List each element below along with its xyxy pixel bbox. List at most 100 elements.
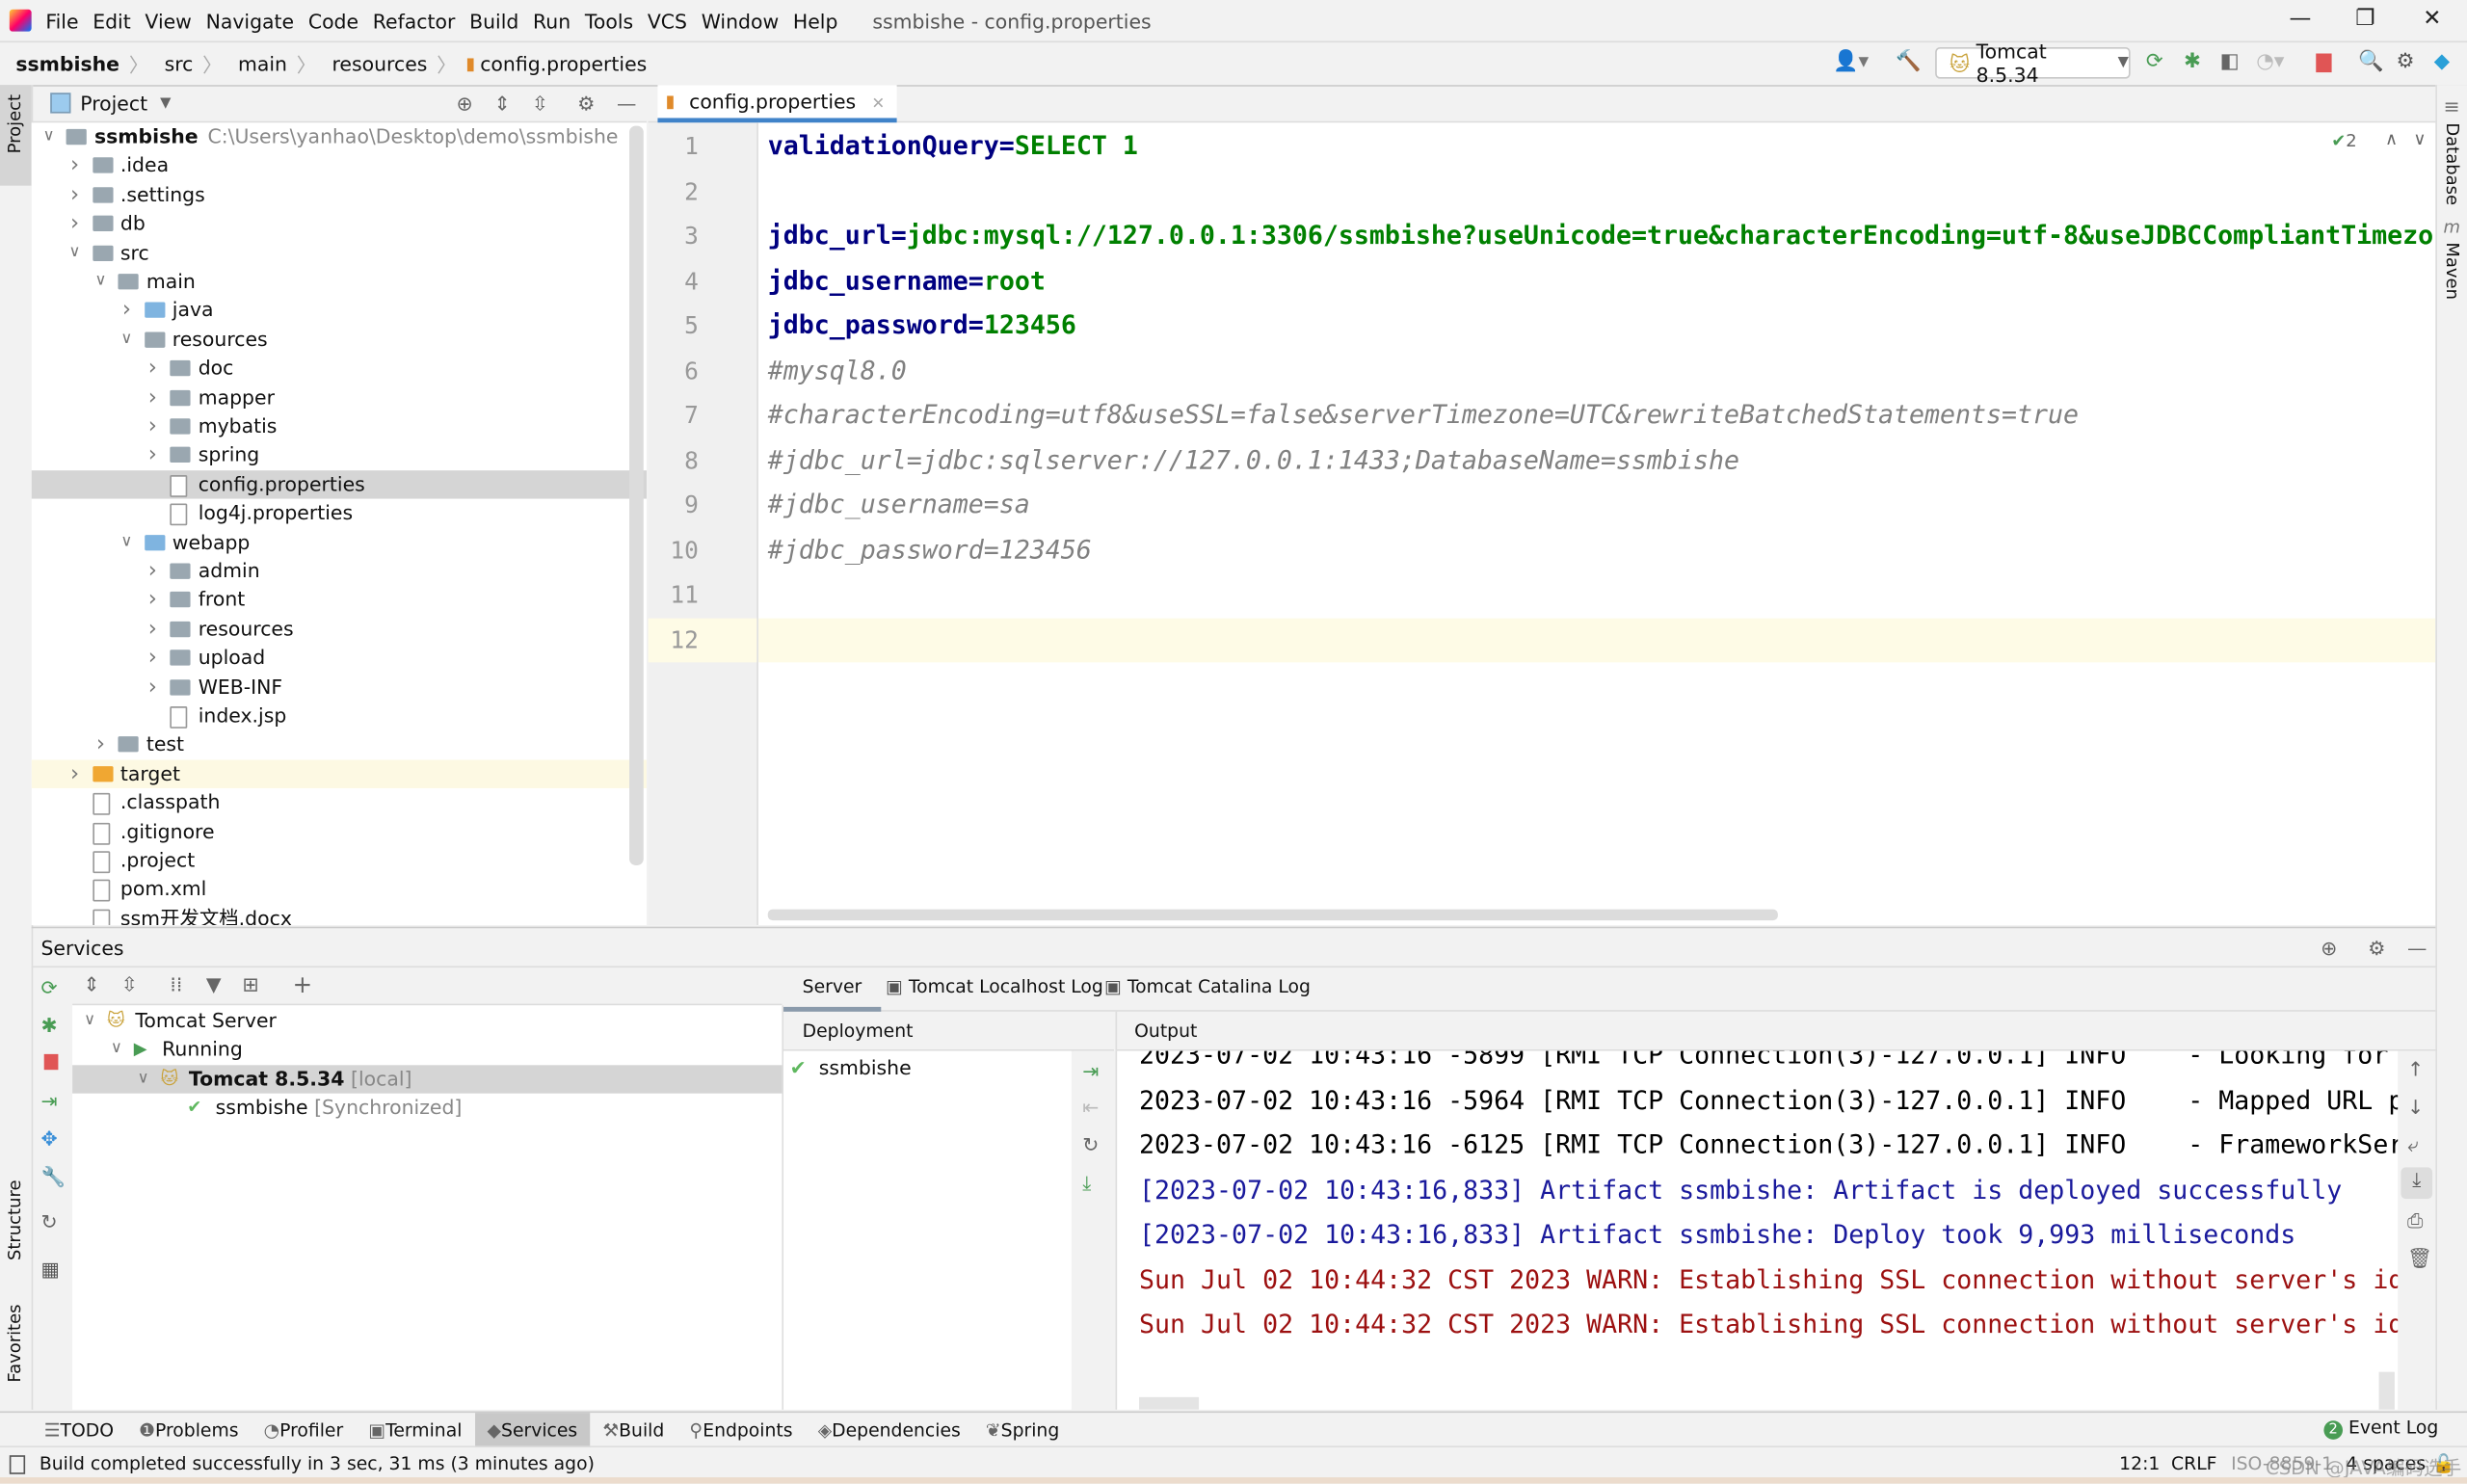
tree-item[interactable]: › test: [32, 730, 647, 759]
plugin-logo-icon[interactable]: ◆: [2434, 50, 2450, 73]
tree-item[interactable]: config.properties: [31, 469, 648, 499]
bottom-tool-spring[interactable]: ❦ Spring: [973, 1413, 1072, 1447]
artifact-icon[interactable]: ✥: [40, 1126, 57, 1150]
run-configuration-select[interactable]: 🐱 Tomcat 8.5.34 ▼: [1935, 40, 2131, 87]
tree-item[interactable]: pom.xml: [32, 875, 647, 904]
filter-icon[interactable]: ▼: [206, 972, 222, 995]
deploy-icon[interactable]: ⇥: [1082, 1059, 1099, 1082]
undeploy-icon[interactable]: ⇤: [1082, 1095, 1099, 1118]
chevron-right-icon[interactable]: ›: [66, 180, 82, 209]
bottom-tool-todo[interactable]: ☰ TODO: [32, 1413, 126, 1447]
add-service-icon[interactable]: +: [293, 970, 313, 998]
debug-icon[interactable]: ✱: [40, 1013, 57, 1036]
download-icon[interactable]: ⤓: [1082, 1171, 1091, 1196]
menu-help[interactable]: Help: [793, 9, 838, 32]
menu-navigate[interactable]: Navigate: [206, 9, 295, 32]
chevron-right-icon[interactable]: ›: [145, 441, 160, 470]
group-by-icon[interactable]: ⁞⁞: [170, 972, 182, 995]
chevron-down-icon[interactable]: ∨: [109, 1036, 124, 1065]
menu-view[interactable]: View: [145, 9, 191, 32]
chevron-right-icon[interactable]: ›: [145, 673, 160, 702]
hide-panel-icon[interactable]: —: [617, 92, 636, 115]
locate-target-icon[interactable]: ⊕: [456, 92, 472, 115]
line-separator[interactable]: CRLF: [2171, 1447, 2216, 1479]
tree-item[interactable]: › mybatis: [32, 412, 647, 441]
chevron-down-icon[interactable]: ∨: [82, 1007, 97, 1036]
tree-item[interactable]: › upload: [32, 644, 647, 673]
profile-icon[interactable]: ◔▾: [2256, 50, 2284, 73]
editor-tab-config-properties[interactable]: ▮ config.properties ✕: [657, 85, 898, 123]
menu-edit[interactable]: Edit: [93, 9, 131, 32]
tree-item[interactable]: › doc: [32, 355, 647, 384]
chevron-right-icon[interactable]: ›: [145, 412, 160, 441]
chevron-right-icon[interactable]: ›: [66, 209, 82, 238]
chevron-down-icon[interactable]: ∨: [135, 1065, 150, 1094]
expand-all-icon[interactable]: ⇕: [84, 972, 100, 995]
code-editor[interactable]: ✔2 ∧ ∨ validationQuery=SELECT 1 jdbc_url=…: [757, 122, 2436, 925]
chevron-right-icon[interactable]: ›: [66, 759, 82, 788]
chevron-right-icon[interactable]: ›: [145, 557, 160, 586]
user-icon[interactable]: 👤▾: [1833, 50, 1869, 73]
tree-item[interactable]: ∨ main: [32, 268, 647, 297]
refresh-icon[interactable]: ↻: [1082, 1133, 1099, 1156]
close-tab-icon[interactable]: ✕: [871, 96, 885, 114]
locate-icon[interactable]: ⊕: [2321, 936, 2337, 959]
tree-item[interactable]: .classpath: [32, 788, 647, 817]
breadcrumb-item[interactable]: config.properties: [480, 52, 647, 75]
bottom-tool-profiler[interactable]: ◔ Profiler: [252, 1413, 357, 1447]
settings-gear-icon[interactable]: ⚙: [577, 92, 595, 115]
menu-tools[interactable]: Tools: [585, 9, 633, 32]
breadcrumb-item[interactable]: src: [165, 52, 194, 75]
stop-icon[interactable]: [2316, 53, 2332, 73]
tool-window-database[interactable]: Database: [2442, 122, 2462, 205]
output-console[interactable]: 2023-07-02 10:43:16 -5899 [RMI TCP Conne…: [1115, 1050, 2400, 1410]
settings-gear-icon[interactable]: ⚙: [2368, 936, 2385, 959]
menu-vcs[interactable]: VCS: [648, 9, 687, 32]
menu-build[interactable]: Build: [469, 9, 518, 32]
scroll-to-end-icon[interactable]: ⤓: [2401, 1167, 2433, 1200]
rerun-icon[interactable]: ⟳: [40, 975, 57, 998]
next-highlight-icon[interactable]: ∨: [2413, 129, 2426, 149]
tree-item[interactable]: › resources: [32, 615, 647, 644]
debug-bug-icon[interactable]: ✱: [2184, 50, 2201, 73]
chevron-down-icon[interactable]: ∨: [66, 238, 82, 267]
chevron-right-icon[interactable]: ›: [145, 384, 160, 412]
tree-item[interactable]: › java: [32, 297, 647, 326]
layout-icon[interactable]: ▦: [40, 1257, 59, 1280]
menu-code[interactable]: Code: [308, 9, 358, 32]
menu-refactor[interactable]: Refactor: [373, 9, 456, 32]
hide-panel-icon[interactable]: —: [2407, 936, 2427, 959]
service-tree-item[interactable]: ∨ 🐱 Tomcat Server: [72, 1007, 782, 1036]
inspection-ok-icon[interactable]: ✔2: [2331, 131, 2356, 151]
tool-window-maven[interactable]: Maven: [2442, 242, 2462, 300]
build-hammer-icon[interactable]: 🔨: [1896, 50, 1921, 73]
search-icon[interactable]: 🔍: [2358, 50, 2383, 73]
tree-item[interactable]: log4j.properties: [32, 499, 647, 528]
breadcrumb-item[interactable]: ssmbishe: [15, 52, 119, 75]
editor-horizontal-scrollbar[interactable]: [767, 909, 1778, 921]
service-tree-item[interactable]: ✔ ssmbishe [Synchronized]: [72, 1094, 782, 1123]
tab-tomcat-catalina-log[interactable]: ▣ Tomcat Catalina Log: [1104, 966, 1311, 1006]
tab-tomcat-localhost-log[interactable]: ▣ Tomcat Localhost Log: [886, 966, 1103, 1006]
tree-item[interactable]: ∨ src: [32, 238, 647, 267]
bottom-tool-dependencies[interactable]: ◈ Dependencies: [806, 1413, 973, 1447]
tree-item[interactable]: › spring: [32, 441, 647, 470]
new-tab-icon[interactable]: ⊞: [242, 972, 258, 995]
print-icon[interactable]: ⎙: [2407, 1208, 2423, 1233]
service-tree-item[interactable]: ∨ ▶ Running: [72, 1036, 782, 1065]
chevron-down-icon[interactable]: ∨: [119, 326, 134, 355]
chevron-down-icon[interactable]: ▼: [160, 95, 171, 111]
collapse-all-icon[interactable]: ⇳: [532, 92, 548, 115]
tree-item[interactable]: ∨ webapp: [32, 528, 647, 557]
chevron-right-icon[interactable]: ›: [66, 151, 82, 180]
tool-window-structure[interactable]: Structure: [5, 1179, 25, 1260]
event-log-button[interactable]: 2 Event Log: [2323, 1416, 2438, 1440]
rerun-icon[interactable]: ⟳: [2146, 50, 2163, 73]
trash-icon[interactable]: 🗑: [2407, 1246, 2432, 1271]
tool-window-project[interactable]: Project: [0, 85, 32, 186]
chevron-right-icon[interactable]: ›: [93, 730, 108, 759]
chevron-right-icon[interactable]: ›: [145, 355, 160, 384]
breadcrumb-item[interactable]: main: [238, 52, 287, 75]
tree-item[interactable]: › .settings: [32, 180, 647, 209]
coverage-icon[interactable]: ◧: [2220, 50, 2240, 73]
